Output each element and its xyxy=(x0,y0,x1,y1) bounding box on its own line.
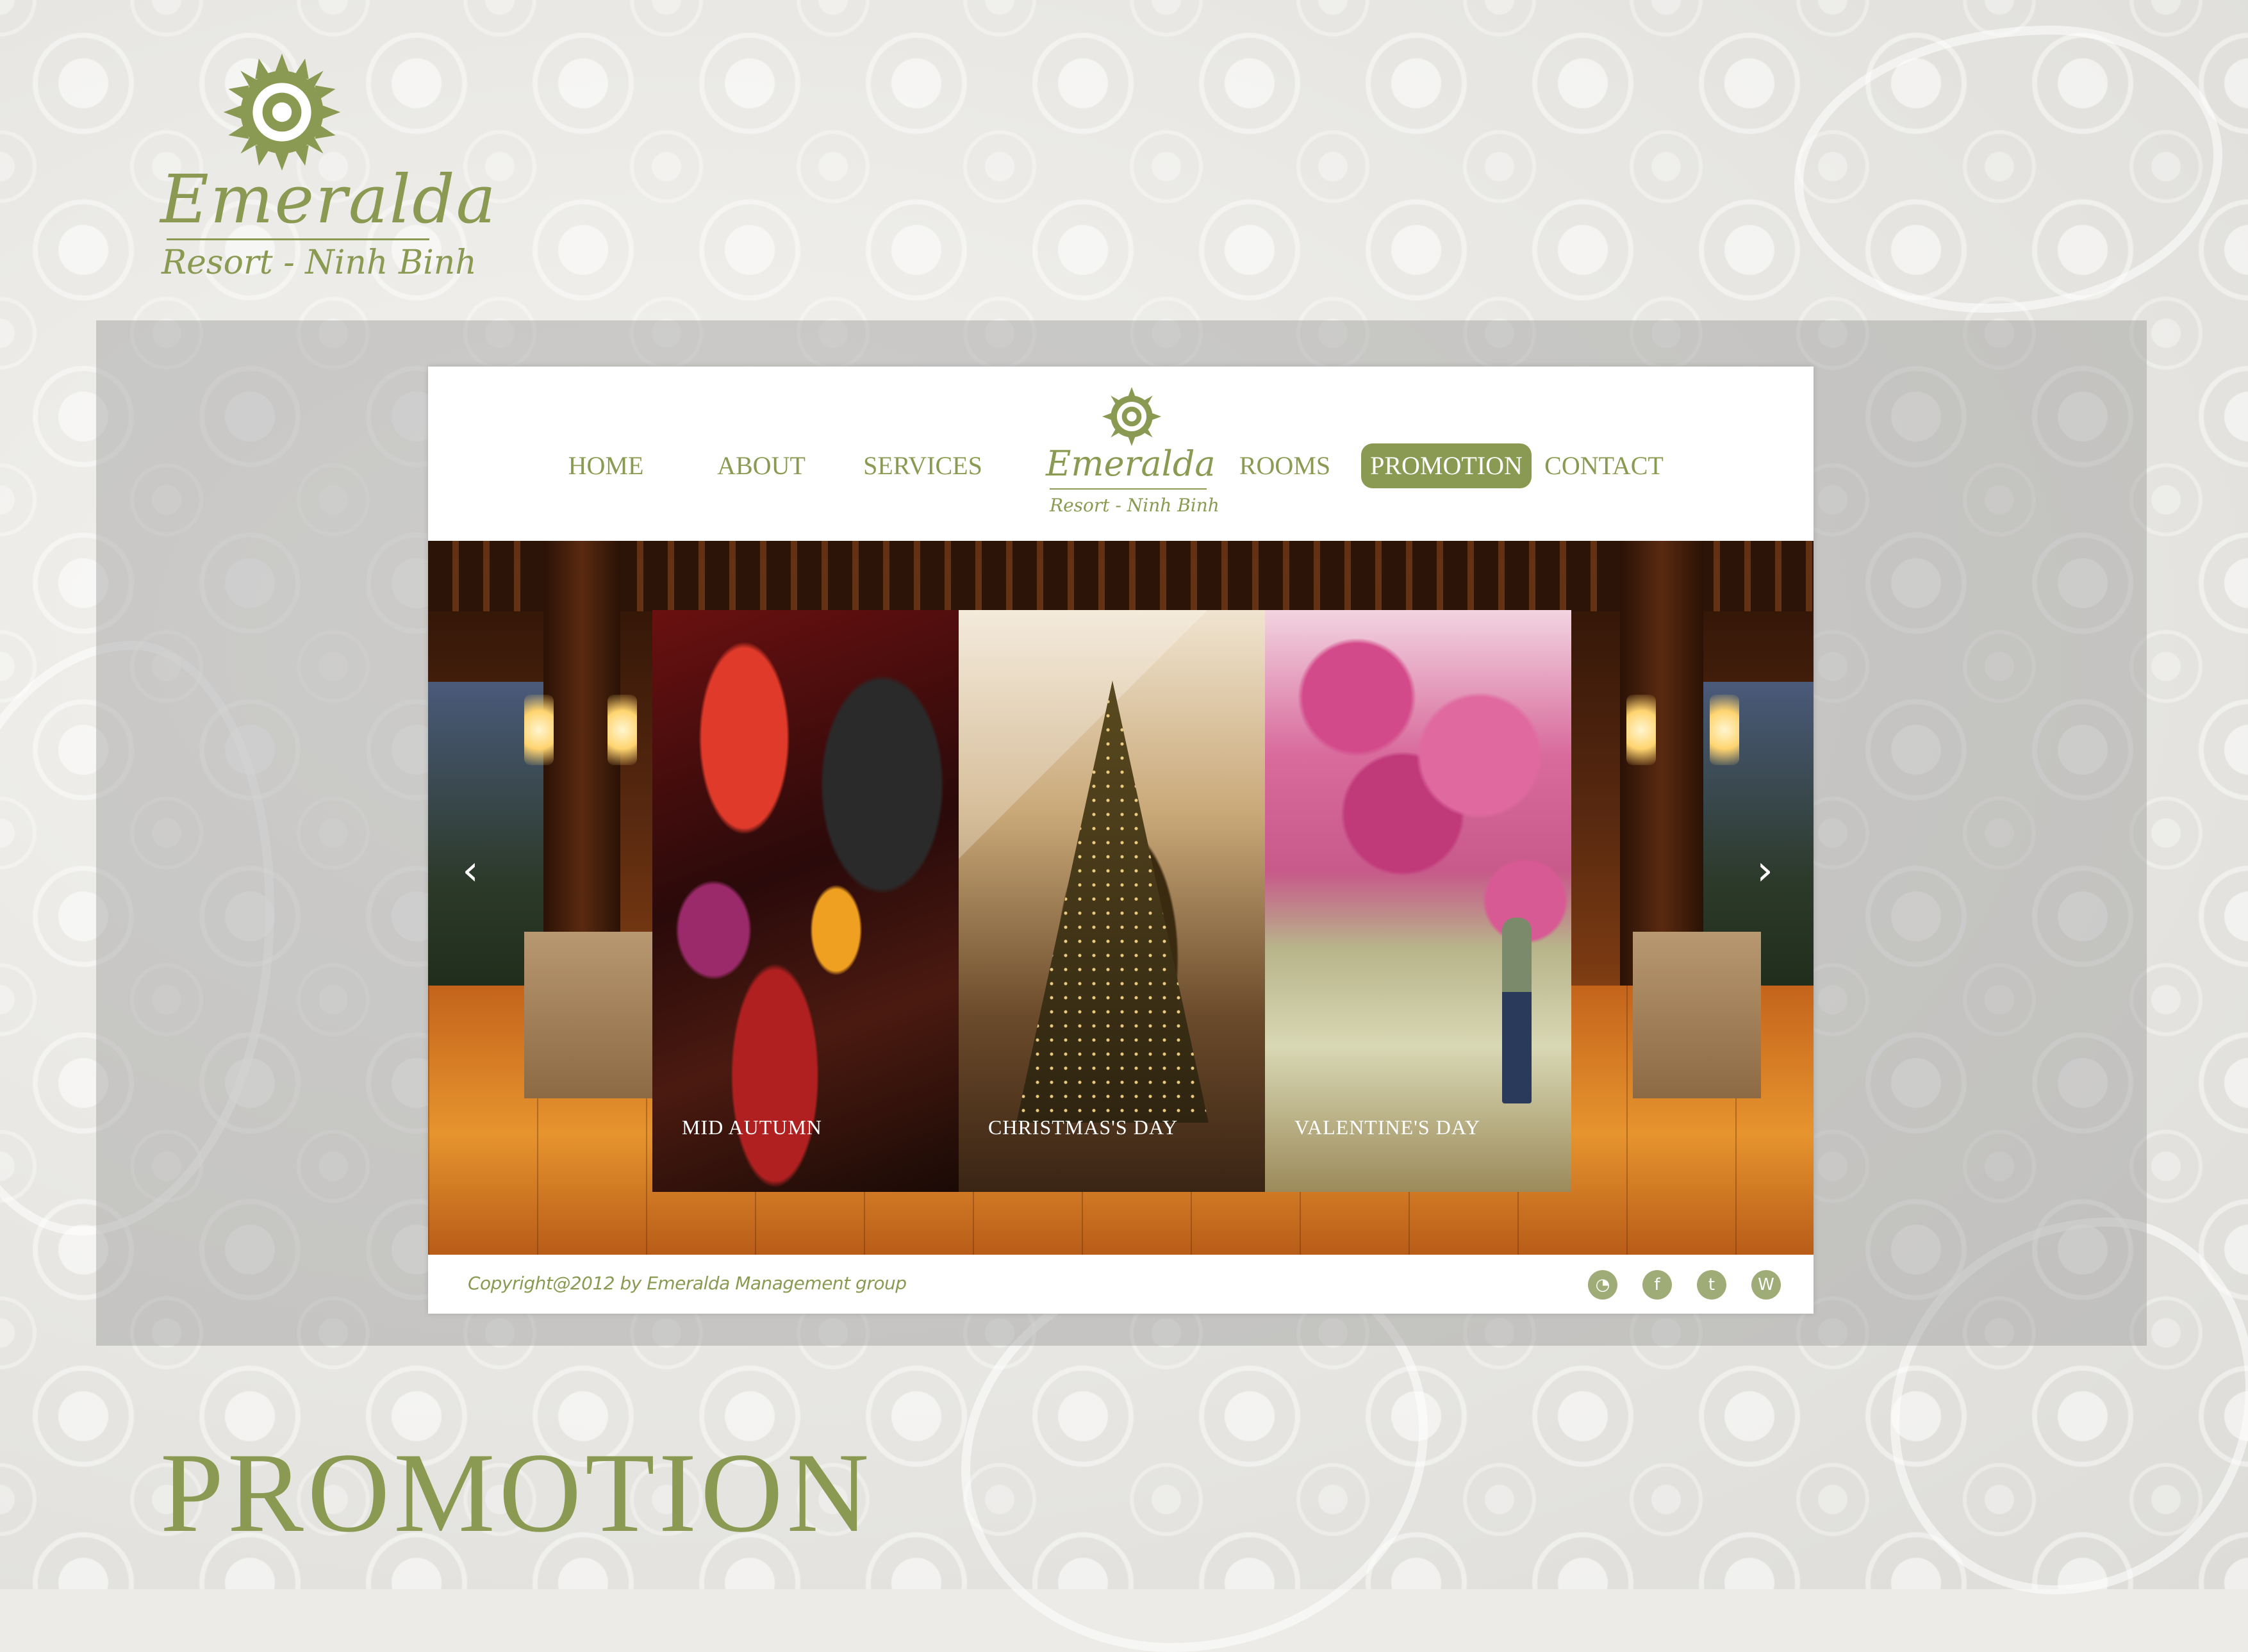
promo-card-caption: MID AUTUMN xyxy=(682,1116,822,1139)
promo-card-christmas[interactable]: CHRISTMAS'S DAY xyxy=(959,610,1265,1192)
nav-about[interactable]: ABOUT xyxy=(710,443,813,488)
promo-card-caption: CHRISTMAS'S DAY xyxy=(988,1116,1178,1139)
wall-lamp xyxy=(1626,695,1656,765)
christmas-tree xyxy=(1016,681,1209,1123)
page-title: PROMOTION xyxy=(160,1429,873,1556)
nav-home[interactable]: HOME xyxy=(556,443,656,488)
nav-rooms[interactable]: ROOMS xyxy=(1237,443,1333,488)
sun-emblem-icon xyxy=(1102,386,1162,447)
lattice-beam xyxy=(428,541,1814,611)
hero-slider: MID AUTUMN CHRISTMAS'S DAY VALENTINE'S D… xyxy=(428,541,1814,1255)
nav-logo-divider xyxy=(1050,488,1207,490)
twitter-icon[interactable]: t xyxy=(1697,1270,1726,1300)
promo-card-mid-autumn[interactable]: MID AUTUMN xyxy=(652,610,959,1192)
facebook-icon[interactable]: f xyxy=(1642,1270,1672,1300)
sun-emblem-icon xyxy=(223,53,341,171)
wall-lamp xyxy=(1710,695,1739,765)
side-table xyxy=(1633,932,1761,1098)
promo-card-valentine[interactable]: VALENTINE'S DAY xyxy=(1265,610,1571,1192)
brand-name: Emeralda xyxy=(160,160,497,238)
website-mockup: HOME ABOUT SERVICES Emeralda Resort - Ni… xyxy=(428,367,1814,1314)
copyright-text: Copyright@2012 by Emeralda Management gr… xyxy=(468,1273,907,1294)
nav-promotion[interactable]: PROMOTION xyxy=(1361,443,1532,488)
person-figure xyxy=(1502,918,1532,1103)
promo-card-caption: VALENTINE'S DAY xyxy=(1294,1116,1481,1139)
site-footer: Copyright@2012 by Emeralda Management gr… xyxy=(428,1255,1814,1314)
nav-contact[interactable]: CONTACT xyxy=(1543,443,1665,488)
rss-icon[interactable]: ◔ xyxy=(1588,1270,1617,1300)
wordpress-icon[interactable]: W xyxy=(1751,1270,1781,1300)
wall-lamp xyxy=(524,695,554,765)
brand-logo: Emeralda Resort - Ninh Binh xyxy=(154,51,496,282)
chevron-right-icon[interactable]: › xyxy=(1746,842,1784,900)
brand-tagline: Resort - Ninh Binh xyxy=(161,244,477,282)
wall-lamp xyxy=(607,695,637,765)
nav-logo-name: Emeralda xyxy=(1046,443,1216,484)
brand-divider xyxy=(167,238,429,240)
chevron-left-icon[interactable]: ‹ xyxy=(451,842,490,900)
nav-logo[interactable]: Emeralda Resort - Ninh Binh xyxy=(1043,386,1219,533)
side-table xyxy=(524,932,652,1098)
nav-services[interactable]: SERVICES xyxy=(859,443,987,488)
main-nav: HOME ABOUT SERVICES Emeralda Resort - Ni… xyxy=(428,367,1814,541)
nav-logo-tagline: Resort - Ninh Binh xyxy=(1050,495,1219,516)
